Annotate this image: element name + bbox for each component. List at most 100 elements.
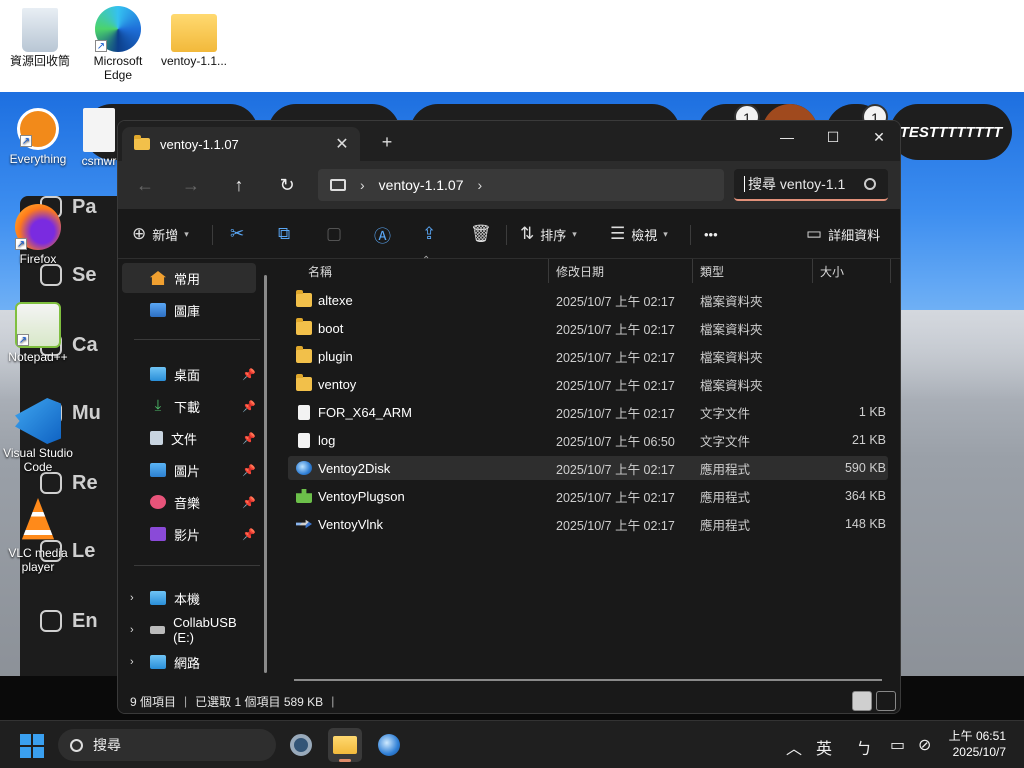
chevron-up-icon[interactable]: ︿ [786,735,802,759]
sidebar-item-music[interactable]: 音樂 📌 [122,487,256,517]
chevron-right-icon[interactable]: › [130,592,134,604]
file-row[interactable]: ventoy 2025/10/7 上午 02:17 檔案資料夾 [288,372,888,396]
sort-button[interactable]: ⇅ 排序 ▾ [520,221,577,247]
sidebar-scrollbar[interactable] [264,275,267,673]
title-bar[interactable]: ventoy-1.1.07 ✕ + — ☐ ✕ [118,121,900,161]
share-button[interactable]: ⇪ [422,221,442,247]
sidebar-item-pictures[interactable]: 圖片 📌 [122,455,256,485]
taskbar-search[interactable]: 搜尋 [58,729,276,761]
network-status-icon[interactable]: ▭ [890,735,905,755]
sidebar-item-desktop[interactable]: 桌面 📌 [122,359,256,389]
search-input[interactable] [744,176,860,192]
details-pane-button[interactable]: ▭ 詳細資料 [806,221,880,247]
chevron-right-icon[interactable]: › [478,177,483,193]
new-button[interactable]: ⊕ 新增 ▾ [132,221,189,247]
details-view-button[interactable] [852,691,872,711]
speaker-muted-icon[interactable]: ⊘ [918,735,931,755]
file-row[interactable]: VentoyVlnk 2025/10/7 上午 02:17 應用程式 148 K… [288,512,888,536]
back-button[interactable]: ← [130,171,160,199]
sidebar-item-downloads[interactable]: ⤓ 下載 📌 [122,391,256,421]
pin-icon[interactable]: 📌 [242,432,256,445]
refresh-button[interactable]: ↻ [272,171,302,199]
taskbar-ventoy-app[interactable] [372,728,406,762]
ime-mode[interactable]: ㄅ [856,735,872,759]
tab-close-icon[interactable]: ✕ [332,134,352,154]
sidebar-item-gallery[interactable]: 圖庫 [122,295,256,325]
pin-icon[interactable]: 📌 [242,400,256,413]
folder-icon [296,374,312,391]
desktop-icon-recycle-bin[interactable]: 資源回收筒 [2,8,78,68]
up-button[interactable]: ↑ [224,171,254,199]
system-clock[interactable]: 上午 06:51 2025/10/7 [949,728,1006,760]
desktop-icon-vscode[interactable]: Visual Studio Code [0,398,76,474]
file-row[interactable]: boot 2025/10/7 上午 02:17 檔案資料夾 [288,316,888,340]
column-header-date[interactable]: 修改日期 [556,263,604,280]
column-divider[interactable] [548,259,549,283]
column-divider[interactable] [812,259,813,283]
pin-icon[interactable]: 📌 [242,528,256,541]
desktop-icon-edge[interactable]: ↗ Microsoft Edge [80,6,156,82]
view-button[interactable]: ☰ 檢視 ▾ [610,221,668,247]
tab-ventoy[interactable]: ventoy-1.1.07 ✕ [122,127,360,161]
file-row[interactable]: FOR_X64_ARM 2025/10/7 上午 02:17 文字文件 1 KB [288,400,888,424]
maximize-button[interactable]: ☐ [810,121,856,153]
chevron-right-icon[interactable]: › [130,624,134,636]
column-divider[interactable] [692,259,693,283]
column-header-name[interactable]: 名稱 [308,263,332,280]
column-divider[interactable] [890,259,891,283]
start-button[interactable] [20,734,44,758]
file-row[interactable]: log 2025/10/7 上午 06:50 文字文件 21 KB [288,428,888,452]
shortcut-arrow-icon: ↗ [17,334,29,346]
desktop-icon-ventoy-folder[interactable]: ventoy-1.1... [156,8,232,68]
shortcut-arrow-icon: ↗ [95,40,107,52]
file-row[interactable]: VentoyPlugson 2025/10/7 上午 02:17 應用程式 36… [288,484,888,508]
column-header-type[interactable]: 類型 [700,263,724,280]
paste-button[interactable]: ▢ [326,221,348,247]
vscode-icon [15,398,61,444]
new-tab-button[interactable]: + [376,131,398,153]
windows-logo-icon [20,734,31,745]
copy-button[interactable]: ⧉ [278,221,296,247]
file-row[interactable]: plugin 2025/10/7 上午 02:17 檔案資料夾 [288,344,888,368]
command-bar: ⊕ 新增 ▾ ✂ ⧉ ▢ Ⓐ ⇪ 🗑 ⇅ 排序 ▾ ☰ 檢視 ▾ ••• ▭ 詳… [118,209,900,259]
pin-icon[interactable]: 📌 [242,464,256,477]
taskbar-file-explorer[interactable] [328,728,362,762]
horizontal-scrollbar[interactable] [294,679,882,681]
file-row[interactable]: altexe 2025/10/7 上午 02:17 檔案資料夾 [288,288,888,312]
sidebar-item-documents[interactable]: 文件 📌 [122,423,256,453]
delete-button[interactable]: 🗑 [470,221,498,247]
chevron-right-icon[interactable]: › [130,656,134,668]
pin-icon[interactable]: 📌 [242,368,256,381]
desktop-icon-notepadpp[interactable]: ↗ Notepad++ [0,302,76,364]
chevron-right-icon[interactable]: › [360,177,365,193]
close-button[interactable]: ✕ [856,121,900,153]
sidebar-item-usb-drive[interactable]: › CollabUSB (E:) [122,615,256,645]
desktop-icon-vlc[interactable]: VLC media player [0,498,76,574]
taskbar: 搜尋 ︿ 英 ㄅ ▭ ⊘ 上午 06:51 2025/10/7 [0,720,1024,768]
forward-button[interactable]: → [176,171,206,199]
desktop-icon-everything[interactable]: ↗ Everything [0,108,76,166]
search-box[interactable] [734,169,888,201]
sidebar-item-videos[interactable]: 影片 📌 [122,519,256,549]
desktop-icon-firefox[interactable]: ↗ Firefox [0,204,76,266]
tiles-view-button[interactable] [876,691,896,711]
more-options-button[interactable]: ••• [704,221,718,247]
minimize-button[interactable]: — [764,121,810,153]
clock-time: 上午 06:51 [948,729,1006,743]
status-separator: | [331,694,335,708]
address-bar[interactable]: › ventoy-1.1.07 › [318,169,724,201]
breadcrumb-segment[interactable]: ventoy-1.1.07 [379,177,464,193]
file-row-selected[interactable]: Ventoy2Disk 2025/10/7 上午 02:17 應用程式 590 … [288,456,888,480]
document-icon [83,108,115,152]
sidebar-item-this-pc[interactable]: › 本機 [122,583,256,613]
pin-icon[interactable]: 📌 [242,496,256,509]
ime-language[interactable]: 英 [816,735,832,759]
rename-button[interactable]: Ⓐ [374,221,397,247]
ventoy-disk-icon [296,461,312,475]
search-icon[interactable] [864,178,876,190]
sidebar-item-home[interactable]: 常用 [122,263,256,293]
column-header-size[interactable]: 大小 [820,263,844,280]
cut-button[interactable]: ✂ [230,221,250,247]
taskbar-settings[interactable] [284,728,318,762]
sidebar-item-network[interactable]: › 網路 [122,647,256,677]
